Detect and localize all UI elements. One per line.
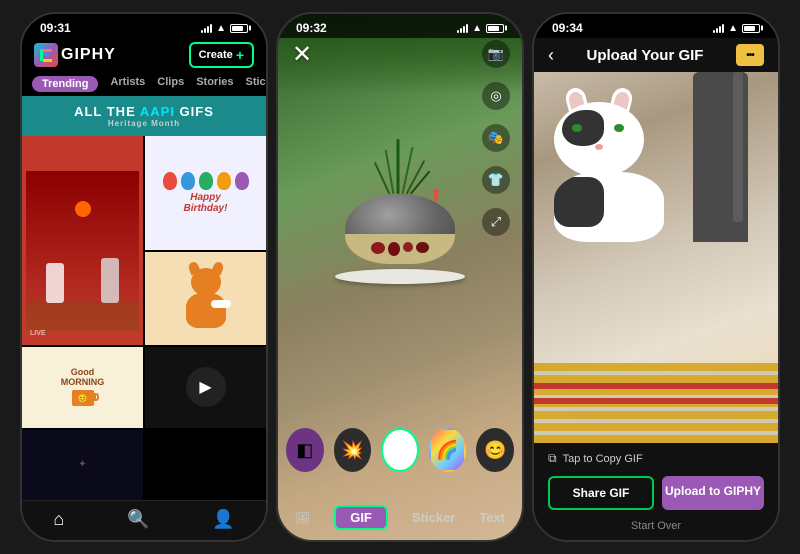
- gif-goodmorning[interactable]: Good MORNING 😊: [22, 347, 143, 428]
- home-nav-icon[interactable]: ⌂: [53, 509, 64, 530]
- nav-tabs: Trending Artists Clips Stories Sticker: [22, 72, 266, 96]
- upload-header: ‹ Upload Your GIF •••: [534, 38, 778, 72]
- signal-icon-2: [457, 23, 468, 33]
- create-label: Create: [199, 49, 233, 61]
- status-icons-3: ▲: [713, 23, 760, 34]
- start-over-button[interactable]: Start Over: [534, 516, 778, 540]
- tab-trending[interactable]: Trending: [32, 76, 98, 92]
- status-bar-2: 09:32 ▲: [278, 14, 522, 38]
- status-icons-1: ▲: [201, 23, 248, 34]
- phone-camera: 09:32 ▲: [276, 12, 524, 542]
- tab-clips[interactable]: Clips: [157, 76, 184, 92]
- tab-stories[interactable]: Stories: [196, 76, 233, 92]
- giphy-logo: GIPHY: [34, 43, 116, 67]
- sticker-tab-label: Sticker: [412, 510, 455, 525]
- chair-highlight: [733, 72, 743, 222]
- battery-icon-2: [486, 24, 504, 33]
- bottom-nav: ⌂ 🔍 👤: [22, 500, 266, 540]
- tab-gif[interactable]: GIF: [334, 505, 388, 530]
- upload-actions: Share GIF Upload to GIPHY: [534, 470, 778, 516]
- tap-copy-area[interactable]: ⧉ Tap to Copy GIF: [534, 443, 778, 470]
- profile-nav-icon[interactable]: 👤: [212, 509, 234, 530]
- upload-to-giphy-button[interactable]: Upload to GIPHY: [662, 476, 764, 510]
- tab-sticker[interactable]: Sticker: [412, 510, 455, 525]
- camera-bottom-tabs: 🖼 GIF Sticker Text: [278, 505, 522, 530]
- banner-suffix: GIFS: [175, 104, 214, 119]
- banner-sub: Heritage Month: [30, 119, 258, 128]
- time-3: 09:34: [552, 21, 583, 35]
- close-icon: ✕: [292, 41, 312, 68]
- giphy-header: GIPHY Create +: [22, 38, 266, 72]
- banner-prefix: ALL THE: [74, 104, 140, 119]
- copy-icon: ⧉: [548, 451, 557, 466]
- signal-icon-3: [713, 23, 724, 33]
- phone2-content: ✕ 📷 ◎ 🎭 👕 ⤢ ◧ 💥 🌈: [278, 14, 522, 540]
- status-bar-1: 09:31 ▲: [22, 14, 266, 38]
- status-icons-2: ▲: [457, 23, 504, 34]
- sticker-tool-icon[interactable]: 🎭: [482, 124, 510, 152]
- sticker-explosion[interactable]: 💥: [334, 428, 372, 472]
- expand-icon[interactable]: ⤢: [482, 208, 510, 236]
- sticker-smiley[interactable]: 😊: [476, 428, 514, 472]
- gif-cat[interactable]: [145, 252, 266, 346]
- text-tab-label: Text: [479, 510, 505, 525]
- more-button[interactable]: •••: [736, 44, 764, 66]
- filter-icon[interactable]: ◎: [482, 82, 510, 110]
- status-bar-3: 09:34 ▲: [534, 14, 778, 38]
- more-dots-icon: •••: [746, 50, 754, 61]
- phone-upload: 09:34 ▲ ‹ Upload Your GIF •••: [532, 12, 780, 542]
- back-button[interactable]: ‹: [548, 45, 554, 66]
- phones-container: 09:31 ▲ GIPHY Create +: [12, 0, 788, 554]
- banner-highlight: AAPI: [140, 104, 175, 119]
- cat-body-group: [554, 102, 664, 242]
- giphy-logo-text: GIPHY: [61, 46, 116, 64]
- sticker-rainbow[interactable]: 🌈: [429, 428, 467, 472]
- upload-title: Upload Your GIF: [587, 47, 704, 64]
- tap-copy-label: Tap to Copy GIF: [563, 453, 643, 465]
- tab-sticker[interactable]: Sticker: [246, 76, 267, 92]
- tab-gif-media[interactable]: 🖼: [295, 511, 310, 525]
- camera-flip-icon[interactable]: 📷: [482, 40, 510, 68]
- time-1: 09:31: [40, 21, 71, 35]
- blanket: [534, 363, 778, 443]
- sticker-row: ◧ 💥 🌈 😊: [278, 420, 522, 480]
- gif-basketball[interactable]: LIVE: [22, 136, 143, 345]
- battery-icon-1: [230, 24, 248, 33]
- gif-grid: LIVE Happy Birthday!: [22, 136, 266, 500]
- gif-birthday[interactable]: Happy Birthday!: [145, 136, 266, 250]
- share-gif-button[interactable]: Share GIF: [548, 476, 654, 510]
- battery-icon-3: [742, 24, 760, 33]
- gif-dark1[interactable]: ▶: [145, 347, 266, 428]
- bball-label: LIVE: [30, 330, 46, 337]
- gif-dark2[interactable]: ✦: [22, 430, 143, 501]
- sticker-white[interactable]: [381, 428, 419, 472]
- phone3-content: ‹ Upload Your GIF •••: [534, 38, 778, 540]
- phone-giphy-home: 09:31 ▲ GIPHY Create +: [20, 12, 268, 542]
- close-button[interactable]: ✕: [292, 40, 312, 69]
- shirt-icon[interactable]: 👕: [482, 166, 510, 194]
- camera-tools: 📷 ◎ 🎭 👕 ⤢: [482, 40, 510, 236]
- gif-tab-label: GIF: [350, 510, 372, 525]
- cat-photo: [534, 72, 778, 443]
- plus-icon: +: [236, 47, 244, 63]
- time-2: 09:32: [296, 21, 327, 35]
- aapi-banner: ALL THE AAPI GIFS Heritage Month: [22, 96, 266, 136]
- signal-icon-1: [201, 23, 212, 33]
- tab-text[interactable]: Text: [479, 510, 505, 525]
- wifi-icon-3: ▲: [728, 23, 738, 34]
- giphy-logo-icon: [34, 43, 58, 67]
- create-button[interactable]: Create +: [189, 42, 254, 68]
- phone1-content: GIPHY Create + Trending Artists Clips St…: [22, 38, 266, 540]
- sticker-purple[interactable]: ◧: [286, 428, 324, 472]
- tab-artists[interactable]: Artists: [110, 76, 145, 92]
- search-nav-icon[interactable]: 🔍: [127, 509, 149, 530]
- wifi-icon-1: ▲: [216, 23, 226, 34]
- wifi-icon-2: ▲: [472, 23, 482, 34]
